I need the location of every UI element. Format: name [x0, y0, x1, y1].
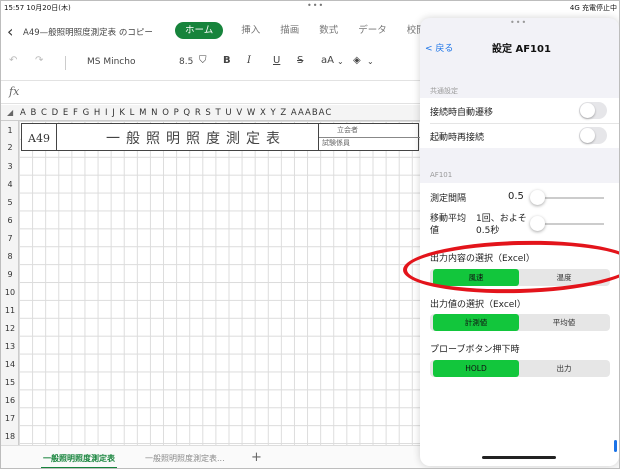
font-size-grow-button[interactable]: aA: [321, 55, 334, 66]
tab-home[interactable]: ホーム: [175, 22, 224, 39]
output-value-option-average[interactable]: 平均値: [521, 314, 607, 331]
auto-transition-toggle[interactable]: [579, 102, 607, 119]
font-size-picker[interactable]: 8.5: [179, 57, 193, 67]
tester-label: 試験係員: [322, 139, 350, 147]
sheet-code: A49: [28, 132, 50, 145]
ribbon-tabs: ホーム 挿入 描画 数式 データ 校閲: [175, 22, 446, 39]
probe-button-label: プローブボタン押下時: [430, 345, 520, 355]
interval-label: 測定間隔: [430, 194, 467, 204]
moving-average-slider-knob[interactable]: [530, 216, 545, 231]
output-value-label: 出力値の選択（Excel）: [430, 300, 526, 310]
probe-button-selector: HOLD 出力: [430, 360, 610, 377]
sheet-tab-active[interactable]: 一般照明照度測定表: [41, 453, 117, 468]
row-number[interactable]: 2: [1, 143, 19, 152]
sheet-title: 一般照明照度測定表: [106, 131, 286, 147]
auto-reconnect-label: 起動時再接続: [430, 133, 485, 143]
strikethrough-button[interactable]: S: [297, 55, 303, 66]
probe-option-output[interactable]: 出力: [521, 360, 607, 377]
document-title[interactable]: A49—般照明照度測定表 のコピー: [23, 26, 153, 38]
row-header: 1 2 3 4 5 6 7 8 9 10 11 12 13 14 15 16 1…: [1, 121, 19, 445]
row-number[interactable]: 4: [1, 180, 19, 189]
fx-icon: fx: [9, 85, 20, 98]
back-chevron-icon[interactable]: ‹: [7, 22, 13, 41]
row-number[interactable]: 13: [1, 342, 19, 351]
italic-button[interactable]: I: [247, 55, 251, 66]
column-letters[interactable]: A B C D E F G H I J K L M N O P Q R S T …: [20, 108, 332, 118]
app-window: 15:57 10月20日(木) ••• 4G 充電停止中 ‹ A49—般照明照度…: [0, 0, 620, 469]
witness-label: 立会者: [337, 126, 358, 134]
section-title-common: 共通設定: [430, 87, 458, 95]
auto-transition-label: 接続時自動遷移: [430, 108, 494, 118]
moving-average-label: 移動平均値: [430, 214, 467, 236]
moving-average-value: 1回、およそ0.5秒: [476, 214, 527, 236]
undo-icon[interactable]: ↶: [9, 55, 17, 66]
panel-title: 設定 AF101: [492, 44, 551, 55]
font-name-picker[interactable]: MS Mincho: [87, 57, 135, 67]
row-number[interactable]: 12: [1, 324, 19, 333]
chevron-down-icon[interactable]: ⌄: [337, 57, 344, 66]
back-button[interactable]: < 戻る: [425, 41, 453, 54]
row-number[interactable]: 10: [1, 288, 19, 297]
tab-insert[interactable]: 挿入: [241, 22, 260, 39]
row-number[interactable]: 5: [1, 198, 19, 207]
row-number[interactable]: 18: [1, 432, 19, 441]
interval-slider-knob[interactable]: [530, 190, 545, 205]
af101-settings-group: 測定間隔 0.5 移動平均値 1回、およそ0.5秒 出力内容の選択（Excel）…: [420, 183, 619, 466]
sheet-tab-copy[interactable]: 一般照明照度測定表...: [145, 453, 225, 464]
multitask-dots-icon[interactable]: •••: [307, 1, 324, 10]
row-number[interactable]: 16: [1, 396, 19, 405]
row-number[interactable]: 17: [1, 414, 19, 423]
auto-reconnect-toggle[interactable]: [579, 127, 607, 144]
section-title-af101: AF101: [430, 171, 453, 179]
fill-color-icon[interactable]: ◈: [353, 55, 361, 66]
row-number[interactable]: 11: [1, 306, 19, 315]
interval-value: 0.5: [508, 191, 524, 202]
bold-button[interactable]: B: [223, 55, 231, 66]
multitask-dots-icon[interactable]: •••: [510, 18, 527, 27]
tab-draw[interactable]: 描画: [280, 22, 299, 39]
row-number[interactable]: 14: [1, 360, 19, 369]
output-value-selector: 計測値 平均値: [430, 314, 610, 331]
sheet-header-block[interactable]: A49 一般照明照度測定表 立会者 試験係員: [21, 123, 420, 151]
divider: [56, 124, 57, 151]
output-value-option-measured[interactable]: 計測値: [433, 314, 519, 331]
select-all-icon[interactable]: ◢: [7, 108, 13, 117]
chevron-down-icon[interactable]: ⌄: [367, 57, 374, 66]
common-settings-group: 接続時自動遷移 起動時再接続: [420, 98, 619, 148]
underline-button[interactable]: U: [273, 55, 280, 66]
tab-formulas[interactable]: 数式: [319, 22, 338, 39]
add-sheet-button[interactable]: +: [251, 450, 262, 465]
tab-data[interactable]: データ: [358, 22, 387, 39]
row-number[interactable]: 8: [1, 252, 19, 261]
redo-icon[interactable]: ↷: [35, 55, 43, 66]
status-indicators: 4G 充電停止中: [569, 4, 617, 12]
status-bar: 15:57 10月20日(木) ••• 4G 充電停止中: [1, 1, 619, 14]
signature-box: 立会者 試験係員: [318, 124, 420, 151]
row-number[interactable]: 15: [1, 378, 19, 387]
toolbar-divider: [65, 56, 66, 70]
row-number[interactable]: 6: [1, 216, 19, 225]
format-painter-icon[interactable]: ⛉: [199, 55, 207, 66]
row-number[interactable]: 9: [1, 270, 19, 279]
home-indicator: [482, 456, 556, 459]
row-number[interactable]: 3: [1, 162, 19, 171]
scroll-indicator: [614, 440, 617, 452]
probe-option-hold[interactable]: HOLD: [433, 360, 519, 377]
divider: [430, 123, 619, 124]
row-number[interactable]: 1: [1, 126, 19, 135]
row-number[interactable]: 7: [1, 234, 19, 243]
status-time: 15:57 10月20日(木): [4, 4, 71, 12]
